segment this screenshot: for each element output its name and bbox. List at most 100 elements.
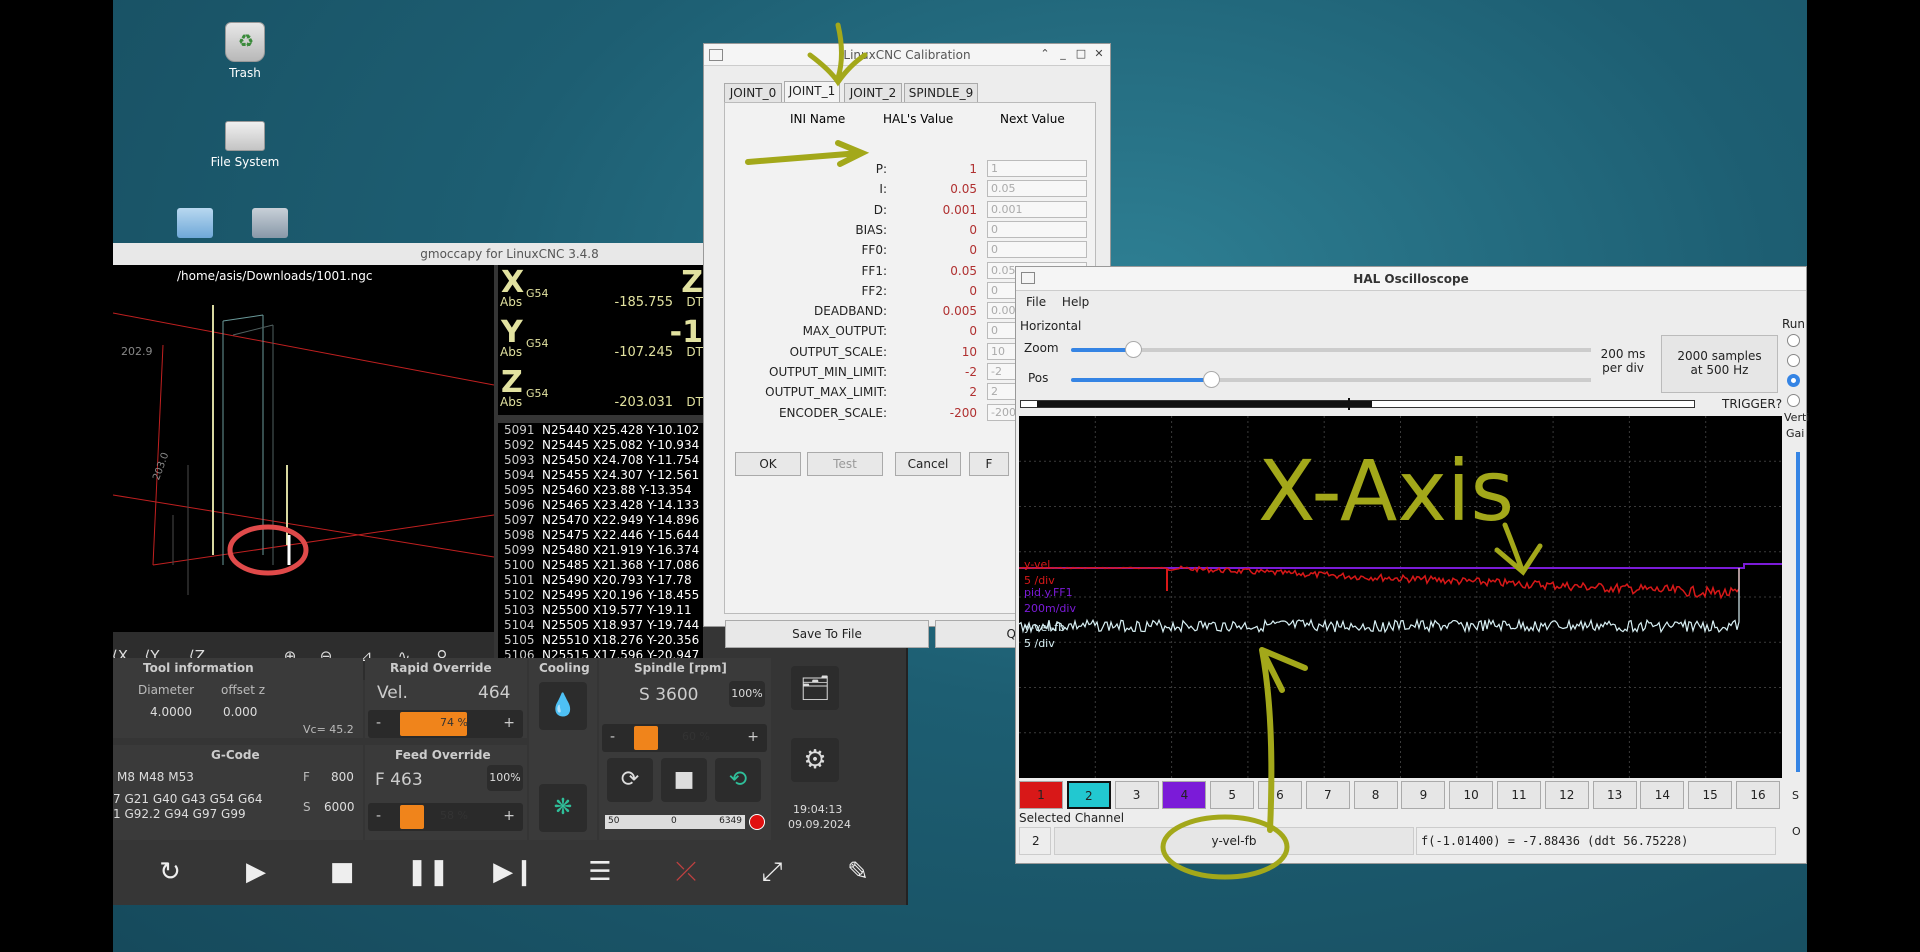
filesystem-desktop-icon[interactable]: File System xyxy=(200,115,290,169)
spindle-stop-button[interactable]: ■ xyxy=(661,758,707,802)
channel-button-1[interactable]: 1 xyxy=(1019,781,1063,809)
next-value-field[interactable]: 0 xyxy=(987,241,1087,259)
feed-override-slider[interactable]: - 58 % + xyxy=(368,803,523,831)
gcode-line[interactable]: 5104 N25505 X18.937 Y-19.744 xyxy=(498,618,703,633)
channel-button-9[interactable]: 9 xyxy=(1401,781,1446,809)
spindle-reverse-button[interactable]: ⟲ xyxy=(715,758,761,802)
gcode-line[interactable]: 5095 N25460 X23.88 Y-13.354 xyxy=(498,483,703,498)
pos-slider[interactable] xyxy=(1071,371,1591,388)
cancel-button[interactable]: Cancel xyxy=(895,452,961,476)
run-mode-radio-4[interactable] xyxy=(1787,394,1800,407)
spindle-ccw-icon: ⟲ xyxy=(728,767,748,792)
gcode-line[interactable]: 5106 N25515 X17.596 Y-20.947 xyxy=(498,648,703,658)
zoom-track xyxy=(1136,348,1591,352)
tab-joint2[interactable]: JOINT_2 xyxy=(844,83,902,103)
gcode-listing[interactable]: 5091 N25440 X25.428 Y-10.102 5092 N25445 X2… xyxy=(498,423,703,658)
channel-button-4[interactable]: 4 xyxy=(1162,781,1207,809)
channel-button-15[interactable]: 15 xyxy=(1688,781,1733,809)
tab-joint0[interactable]: JOINT_0 xyxy=(724,83,782,103)
channel-button-11[interactable]: 11 xyxy=(1497,781,1541,809)
gcode-line[interactable]: 5096 N25465 X23.428 Y-14.133 xyxy=(498,498,703,513)
channel-button-12[interactable]: 12 xyxy=(1544,781,1589,809)
channel-button-16[interactable]: 16 xyxy=(1736,781,1780,809)
save-to-file-button[interactable]: Save To File xyxy=(725,620,929,648)
dro-y[interactable]: Y G54 Abs -107.245 DT -1 xyxy=(498,315,703,363)
gcode-line[interactable]: 5103 N25500 X19.577 Y-19.11 xyxy=(498,603,703,618)
channel-button-10[interactable]: 10 xyxy=(1449,781,1494,809)
channel-button-8[interactable]: 8 xyxy=(1353,781,1398,809)
channel-button-14[interactable]: 14 xyxy=(1640,781,1685,809)
trash-desktop-icon[interactable]: ♻ Trash xyxy=(200,22,290,80)
gcode-line[interactable]: 5092 N25445 X25.082 Y-10.934 xyxy=(498,438,703,453)
ok-button[interactable]: OK xyxy=(735,452,801,476)
preview-graphics xyxy=(113,305,494,595)
tab-joint1[interactable]: JOINT_1 xyxy=(784,81,840,103)
minimize-button[interactable]: _ xyxy=(1056,47,1070,61)
gcode-line[interactable]: 5099 N25480 X21.919 Y-16.374 xyxy=(498,543,703,558)
channel-button-13[interactable]: 13 xyxy=(1592,781,1637,809)
fullscreen-button[interactable]: ⤢ xyxy=(740,848,804,896)
next-value-field[interactable]: 1 xyxy=(987,160,1087,177)
step-button[interactable]: ▶❙ xyxy=(482,848,546,896)
channel-button-2[interactable]: 2 xyxy=(1066,781,1111,809)
pause-button[interactable]: ❚❚ xyxy=(396,848,460,896)
pos-handle[interactable] xyxy=(1203,371,1221,388)
zoom-slider[interactable] xyxy=(1071,341,1591,358)
samples-button[interactable]: 2000 samples at 500 Hz xyxy=(1661,335,1778,393)
channel-button-3[interactable]: 3 xyxy=(1114,781,1159,809)
scope-window-menu-icon[interactable] xyxy=(1021,272,1035,284)
gcode-line[interactable]: 5097 N25470 X22.949 Y-14.896 xyxy=(498,513,703,528)
next-value-field[interactable]: 0.001 xyxy=(987,200,1087,218)
test-button[interactable]: Test xyxy=(807,452,883,476)
channel-button-7[interactable]: 7 xyxy=(1305,781,1350,809)
gcode-line[interactable]: 5093 N25450 X24.708 Y-11.754 xyxy=(498,453,703,468)
spindle-forward-button[interactable]: ⟳ xyxy=(607,758,653,802)
settings-button[interactable]: ⚙ xyxy=(791,738,839,782)
spindle-100-button[interactable]: 100% xyxy=(729,681,765,707)
gcode-line[interactable]: 5094 N25455 X24.307 Y-12.561 xyxy=(498,468,703,483)
next-value-field[interactable]: 0.05 xyxy=(987,180,1087,198)
gcode-line[interactable]: 5105 N25510 X18.276 Y-20.356 xyxy=(498,633,703,648)
spindle-override-slider[interactable]: - 60 % + xyxy=(602,724,767,752)
gcode-line[interactable]: 5101 N25490 X20.793 Y-17.78 xyxy=(498,573,703,588)
selected-channel-name[interactable]: y-vel-fb xyxy=(1054,827,1414,855)
gain-slider[interactable] xyxy=(1796,452,1800,772)
menu-help[interactable]: Help xyxy=(1062,295,1089,309)
channel-button-5[interactable]: 5 xyxy=(1210,781,1255,809)
maximize-button[interactable]: □ xyxy=(1074,47,1088,61)
menu-file[interactable]: File xyxy=(1026,295,1046,309)
run-from-line-button[interactable]: ☰ xyxy=(568,848,632,896)
dro-x[interactable]: X G54 Abs -185.755 DT Z xyxy=(498,265,703,313)
home-folder-icon[interactable] xyxy=(177,208,213,238)
feed-100-button[interactable]: 100% xyxy=(487,765,523,791)
scope-display[interactable]: y-vel 5 /div pid.y.FF1 200m/div y-vel-fb 5 /d… xyxy=(1019,416,1782,778)
gcode-line[interactable]: 5098 N25475 X22.446 Y-15.644 xyxy=(498,528,703,543)
reload-button[interactable]: ↻ xyxy=(138,848,202,896)
close-button[interactable]: ✕ xyxy=(1092,47,1106,61)
run-mode-radio-1[interactable] xyxy=(1787,334,1800,347)
gcode-line[interactable]: 5100 N25485 X21.368 Y-17.086 xyxy=(498,558,703,573)
gcode-line[interactable]: 5091 N25440 X25.428 Y-10.102 xyxy=(498,423,703,438)
optional-stop-button[interactable]: ⤫ xyxy=(654,848,718,896)
f-button[interactable]: F xyxy=(969,452,1009,476)
folder-icon[interactable] xyxy=(252,208,288,238)
channel-button-6[interactable]: 6 xyxy=(1258,781,1302,809)
run-button[interactable]: ▶ xyxy=(224,848,288,896)
tab-spindle9[interactable]: SPINDLE_9 xyxy=(904,83,978,103)
gcode-line[interactable]: 5102 N25495 X20.196 Y-18.455 xyxy=(498,588,703,603)
shade-button[interactable]: ⌃ xyxy=(1038,47,1052,61)
rapid-override-slider[interactable]: - 74 % + xyxy=(368,710,523,738)
clamp-button[interactable]: ⟧ xyxy=(113,848,141,896)
toolpath-preview[interactable]: /home/asis/Downloads/1001.ngc 202.9 203.… xyxy=(113,265,494,658)
edit-button[interactable]: ✎ xyxy=(826,848,890,896)
dro-z[interactable]: Z G54 Abs -203.031 DT xyxy=(498,365,703,413)
window-menu-icon[interactable] xyxy=(709,49,723,61)
zoom-handle[interactable] xyxy=(1125,341,1143,358)
coolant-flood-button[interactable]: 💧 xyxy=(539,682,587,730)
next-value-field[interactable]: 0 xyxy=(987,220,1087,238)
run-mode-radio-2[interactable] xyxy=(1787,354,1800,367)
coolant-mist-button[interactable]: ❋ xyxy=(539,784,587,832)
stop-button[interactable]: ■ xyxy=(310,848,374,896)
run-mode-radio-3[interactable] xyxy=(1787,374,1800,387)
file-button[interactable]: 🗂 xyxy=(791,666,839,710)
